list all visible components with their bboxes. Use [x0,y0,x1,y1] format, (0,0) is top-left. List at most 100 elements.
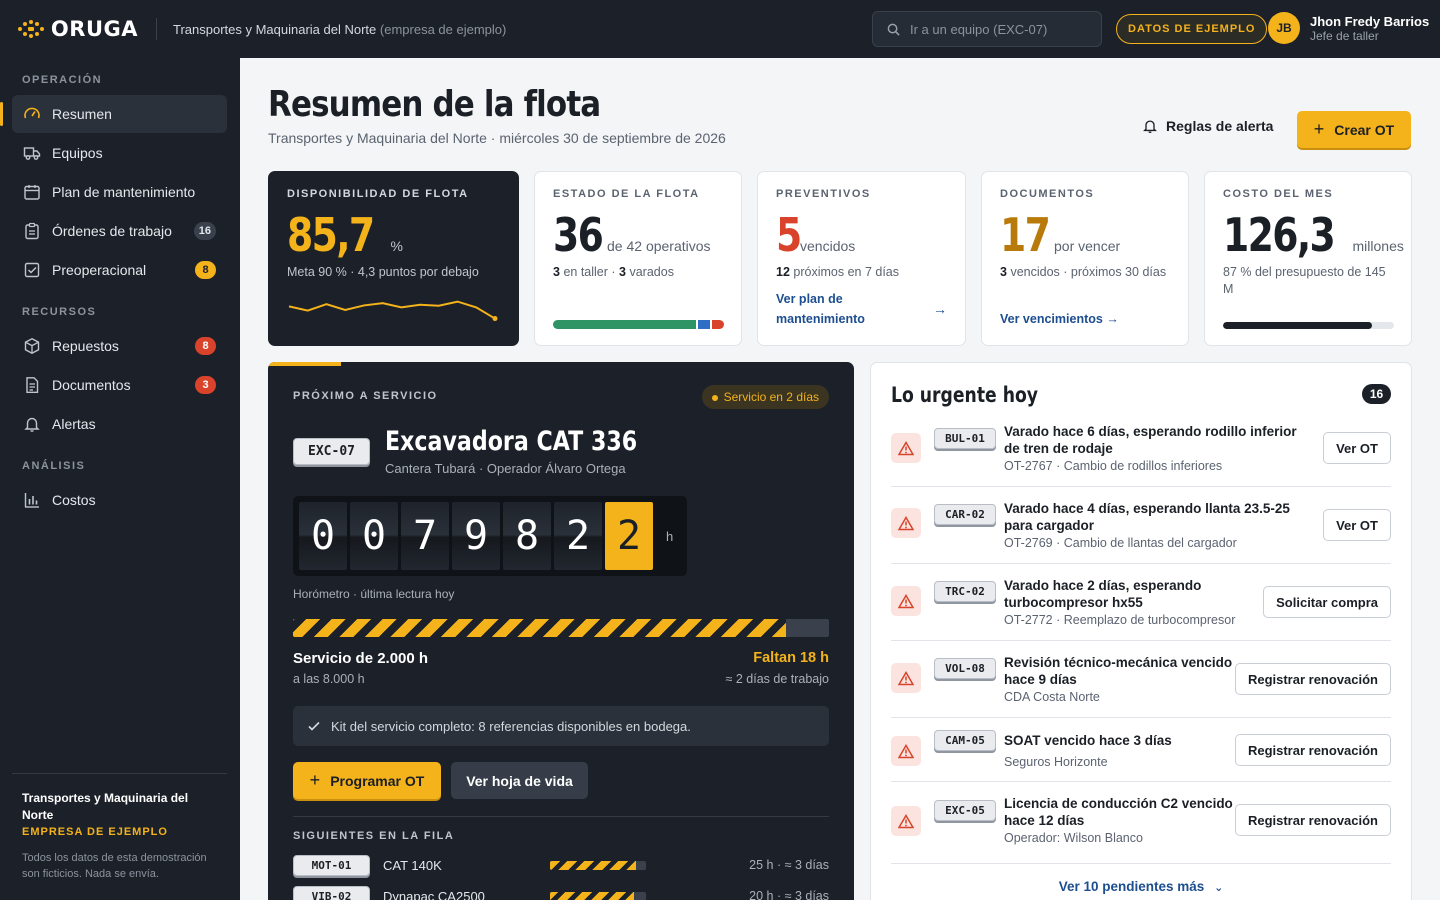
urgent-sub: Seguros Horizonte [1004,755,1108,769]
track-logo-icon [18,20,44,38]
sidebar-item-label: Órdenes de trabajo [52,223,172,239]
equipment-plate[interactable]: TRC-02 [934,581,996,602]
truck-icon [23,147,41,160]
equipment-location: Cantera Tubará · Operador Álvaro Ortega [385,461,626,476]
urgent-item: CAR-02 Varado hace 4 días, esperando lla… [891,487,1391,564]
sidebar-item-repuestos[interactable]: Repuestos 8 [12,327,227,365]
equipment-plate[interactable]: VOL-08 [934,658,996,679]
box-icon [24,338,40,354]
urgent-sub: OT-2772 · Reemplazo de turbocompresor [1004,613,1236,627]
register-renewal-button[interactable]: Registrar renovación [1234,804,1391,836]
urgent-title: Licencia de conducción C2 vencido hace 1… [1004,796,1233,828]
equipment-plate[interactable]: EXC-05 [934,800,996,821]
urgent-item: VOL-08 Revisión técnico-mecánica vencido… [891,641,1391,718]
top-bar: ORUGA Transportes y Maquinaria del Norte… [0,0,1440,58]
kpi-note: 3 vencidos · próximos 30 días [1000,264,1170,281]
sidebar-item-costos[interactable]: Costos [12,481,227,519]
hour-meter-digit: 0 [299,502,347,570]
warning-icon [891,663,921,693]
queue-row[interactable]: MOT-01 CAT 140K 25 h · ≈ 3 días [293,854,829,876]
sidebar-item-documentos[interactable]: Documentos 3 [12,366,227,404]
equipment-name: Excavadora CAT 336 [385,426,638,457]
varados-label: varados [629,265,674,279]
equipment-plate[interactable]: EXC-07 [293,438,370,465]
urgent-title: Varado hace 2 días, esperando turbocompr… [1004,578,1202,610]
urgent-title: SOAT vencido hace 3 días [1004,733,1172,748]
hour-meter-digit: 2 [605,502,653,570]
bell-icon [24,417,40,432]
sparkline-last-point [492,316,498,322]
kpi-preventive[interactable]: PREVENTIVOS 5 vencidos 12 próximos en 7 … [757,171,966,346]
warning-icon [891,806,921,836]
sidebar-item-resumen[interactable]: Resumen [0,95,227,133]
sidebar-item-ordenes[interactable]: Órdenes de trabajo 16 [12,212,227,250]
view-ot-button[interactable]: Ver OT [1323,432,1391,464]
due-dates-link[interactable]: Ver vencimientos → [1000,309,1119,329]
kpi-value: 85,7 [287,208,375,262]
kpi-availability[interactable]: DISPONIBILIDAD DE FLOTA 85,7 % Meta 90 %… [268,171,519,346]
fleet-bar-operativos [553,320,697,329]
service-progress-fill [293,619,787,637]
urgent-item: BUL-01 Varado hace 6 días, esperando rod… [891,417,1391,487]
expired-label: vencidos · próximos 30 días [1010,265,1167,279]
sidebar: OPERACIÓN Resumen Equipos Plan de manten… [0,58,240,900]
queue-progress-fill [550,892,635,900]
kpi-fleet-status[interactable]: ESTADO DE LA FLOTA 36 de 42 operativos 3… [534,171,742,346]
register-renewal-button[interactable]: Registrar renovación [1234,663,1391,695]
checkbox-icon [24,262,40,278]
panel-label: PRÓXIMO A SERVICIO [293,390,438,402]
equipment-plate[interactable]: CAR-02 [934,504,996,525]
urgent-title: Revisión técnico-mecánica vencido hace 9… [1004,655,1233,687]
service-due-badge: Servicio en 2 días [701,385,829,409]
service-remaining-sub: ≈ 2 días de trabajo [725,672,829,686]
warning-icon [891,586,921,616]
equipment-plate[interactable]: BUL-01 [934,428,996,449]
hour-meter-unit: h [666,528,674,544]
kpi-documents[interactable]: DOCUMENTOS 17 por vencer 3 vencidos · pr… [981,171,1189,346]
sidebar-item-equipos[interactable]: Equipos [12,134,227,172]
kpi-value: 17 [1000,208,1051,262]
maintenance-plan-link[interactable]: Ver plan de mantenimiento [776,289,906,329]
program-ot-button[interactable]: + Programar OT [293,762,441,799]
sidebar-item-preoperacional[interactable]: Preoperacional 8 [12,251,227,289]
user-role: Jefe de taller [1310,28,1379,43]
plus-icon: + [309,770,321,790]
count-badge: 3 [195,376,216,394]
panel-title: Lo urgente hoy [891,383,1039,407]
sidebar-item-plan-mantenimiento[interactable]: Plan de mantenimiento [12,173,227,211]
plus-icon: + [1313,119,1325,139]
kpi-monthly-cost[interactable]: COSTO DEL MES 126,3 millones 87 % del pr… [1204,171,1412,346]
budget-bar-fill [1223,322,1372,329]
register-renewal-button[interactable]: Registrar renovación [1234,734,1391,766]
request-purchase-button[interactable]: Solicitar compra [1263,586,1391,618]
urgent-today-panel: Lo urgente hoy 16 BUL-01 Varado hace 6 d… [870,362,1412,900]
company-name: Transportes y Maquinaria del Norte (empr… [173,22,506,37]
hour-meter-digit: 0 [350,502,398,570]
queue-row[interactable]: VIB-02 Dynapac CA2500 20 h · ≈ 3 días [293,885,829,900]
urgent-sub: OT-2769 · Cambio de llantas del cargador [1004,536,1237,550]
brand-logo[interactable]: ORUGA [18,17,138,41]
view-ot-button[interactable]: Ver OT [1323,509,1391,541]
count-badge: 16 [193,222,216,240]
urgent-sub: CDA Costa Norte [1004,690,1100,704]
divider [156,18,157,40]
search-box[interactable] [872,11,1102,47]
search-input[interactable] [910,21,1090,37]
hour-meter-digit: 8 [503,502,551,570]
view-history-button[interactable]: Ver hoja de vida [451,762,588,799]
kpi-note: Meta 90 % · 4,3 puntos por debajo [287,265,479,279]
user-menu[interactable]: JB Jhon Fredy Barrios Jefe de taller [1268,12,1429,44]
show-more-link[interactable]: Ver 10 pendientes más ⌄ [871,879,1411,894]
queue-info: 25 h · ≈ 3 días [749,858,829,872]
equipment-plate[interactable]: CAM-05 [934,730,996,751]
user-info: Jhon Fredy Barrios Jefe de taller [1310,14,1429,43]
hour-meter-digit: 7 [401,502,449,570]
sidebar-item-alertas[interactable]: Alertas [12,405,227,443]
kpi-note: 87 % del presupuesto de 145 M [1223,265,1386,296]
kpi-label: PREVENTIVOS [776,188,871,200]
equipment-plate: VIB-02 [293,885,370,900]
check-icon [308,721,320,731]
alert-rules-button[interactable]: Reglas de alerta [1142,118,1273,134]
create-ot-button[interactable]: + Crear OT [1297,111,1411,148]
demo-data-badge: DATOS DE EJEMPLO [1116,14,1268,44]
